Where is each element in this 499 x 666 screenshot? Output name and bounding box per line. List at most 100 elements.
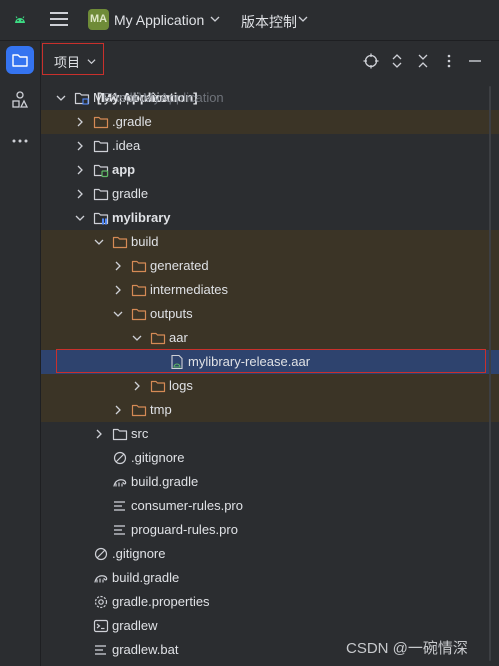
tree-row[interactable]: mylibrary: [41, 206, 499, 230]
tree-item-label: gradlew: [112, 618, 158, 633]
chevron-right-icon[interactable]: [75, 141, 85, 151]
folder-icon: [112, 428, 128, 441]
folder-orange-icon: [131, 260, 147, 273]
chevron-right-icon[interactable]: [113, 261, 123, 271]
project-name[interactable]: My Application: [114, 12, 204, 28]
ignore-file-icon: [113, 451, 127, 465]
tree-item-label: tmp: [150, 402, 172, 417]
folder-orange-icon: [131, 404, 147, 417]
view-label: 项目: [54, 55, 81, 70]
tree-row[interactable]: tmp: [41, 398, 499, 422]
folder-orange-icon: [131, 284, 147, 297]
settings-file-icon: [94, 595, 108, 609]
tree-row[interactable]: .gitignore: [41, 542, 499, 566]
folder-orange-icon: [112, 236, 128, 249]
chevron-down-icon: [87, 59, 96, 65]
chevron-down-icon[interactable]: [75, 213, 85, 223]
tree-item-label: outputs: [150, 306, 193, 321]
hide-icon[interactable]: [467, 53, 483, 69]
project-module-icon: [74, 92, 90, 105]
tree-row[interactable]: outputs: [41, 302, 499, 326]
tree-row[interactable]: intermediates: [41, 278, 499, 302]
tree-row[interactable]: .idea: [41, 134, 499, 158]
folder-orange-icon: [150, 332, 166, 345]
tree-item-label: .gitignore: [131, 450, 185, 465]
text-file-icon: [95, 645, 106, 655]
tree-item-label: build.gradle: [131, 474, 199, 489]
project-tool-button[interactable]: [6, 46, 34, 74]
chevron-down-icon[interactable]: [298, 14, 308, 24]
more-tools-button[interactable]: [6, 127, 34, 155]
tree-item-label: consumer-rules.pro: [131, 498, 243, 513]
folder-icon: [93, 188, 109, 201]
vcs-menu[interactable]: 版本控制: [241, 12, 297, 32]
chevron-right-icon[interactable]: [75, 117, 85, 127]
chevron-right-icon[interactable]: [75, 165, 85, 175]
tree-row[interactable]: app: [41, 158, 499, 182]
folder-orange-icon: [131, 308, 147, 321]
tree-item-label: generated: [150, 258, 209, 273]
folder-orange-icon: [150, 380, 166, 393]
chevron-down-icon[interactable]: [210, 14, 220, 24]
chevron-right-icon[interactable]: [132, 381, 142, 391]
tree-row[interactable]: src: [41, 422, 499, 446]
locate-icon[interactable]: [363, 53, 379, 69]
tree-item-label: .gradle: [112, 114, 152, 129]
project-panel-header: 项目: [41, 41, 499, 81]
tree-row[interactable]: gradle: [41, 182, 499, 206]
ignore-file-icon: [94, 547, 108, 561]
collapse-all-icon[interactable]: [415, 53, 431, 69]
view-selector[interactable]: 项目: [42, 43, 104, 75]
tree-item-label: aar: [169, 330, 188, 345]
tree-row[interactable]: aar: [41, 326, 499, 350]
chevron-right-icon[interactable]: [113, 405, 123, 415]
tree-row[interactable]: consumer-rules.pro: [41, 494, 499, 518]
project-tree: MyApplication [My Application] E:\sdk\MyAp…: [41, 86, 499, 666]
gradle-file-icon: [94, 575, 108, 583]
text-file-icon: [114, 501, 125, 511]
tree-row[interactable]: logs: [41, 374, 499, 398]
tree-item-label: gradle.properties: [112, 594, 210, 609]
tree-row[interactable]: generated: [41, 254, 499, 278]
android-icon[interactable]: [12, 12, 28, 28]
chevron-down-icon[interactable]: [56, 93, 66, 103]
tool-window-stripe: [0, 41, 41, 666]
folder-orange-icon: [93, 116, 109, 129]
aar-file-icon: [171, 354, 183, 370]
tree-row[interactable]: build.gradle: [41, 470, 499, 494]
tree-item-label: build.gradle: [112, 570, 180, 585]
options-icon[interactable]: [441, 53, 457, 69]
tree-item-label: gradlew.bat: [112, 642, 179, 657]
scrollbar[interactable]: [489, 86, 491, 661]
tree-item-label: src: [131, 426, 149, 441]
tree-row[interactable]: gradle.properties: [41, 590, 499, 614]
tree-item-label: intermediates: [150, 282, 229, 297]
folder-icon: [12, 54, 28, 67]
chevron-down-icon[interactable]: [113, 309, 123, 319]
chevron-right-icon[interactable]: [94, 429, 104, 439]
tree-row[interactable]: .gitignore: [41, 446, 499, 470]
tree-row[interactable]: build.gradle: [41, 566, 499, 590]
project-badge[interactable]: MA: [88, 9, 109, 30]
structure-icon: [12, 91, 29, 108]
tree-item-label: logs: [169, 378, 193, 393]
tree-item-label: build: [131, 234, 159, 249]
chevron-down-icon[interactable]: [94, 237, 104, 247]
library-module-icon: [93, 212, 109, 225]
chevron-down-icon[interactable]: [132, 333, 142, 343]
tree-row-selected[interactable]: mylibrary-release.aar: [41, 350, 499, 374]
tree-item-label: .idea: [112, 138, 141, 153]
tree-row[interactable]: build: [41, 230, 499, 254]
chevron-right-icon[interactable]: [75, 189, 85, 199]
expand-all-icon[interactable]: [389, 53, 405, 69]
tree-row[interactable]: proguard-rules.pro: [41, 518, 499, 542]
text-file-icon: [114, 525, 125, 535]
tree-item-label: app: [112, 162, 136, 177]
structure-tool-button[interactable]: [6, 86, 34, 114]
tree-row[interactable]: MyApplication [My Application] E:\sdk\MyAp…: [41, 86, 499, 110]
hamburger-menu-icon[interactable]: [50, 12, 68, 26]
chevron-right-icon[interactable]: [113, 285, 123, 295]
tree-row[interactable]: gradlew: [41, 614, 499, 638]
tree-row[interactable]: .gradle: [41, 110, 499, 134]
terminal-file-icon: [93, 619, 109, 633]
